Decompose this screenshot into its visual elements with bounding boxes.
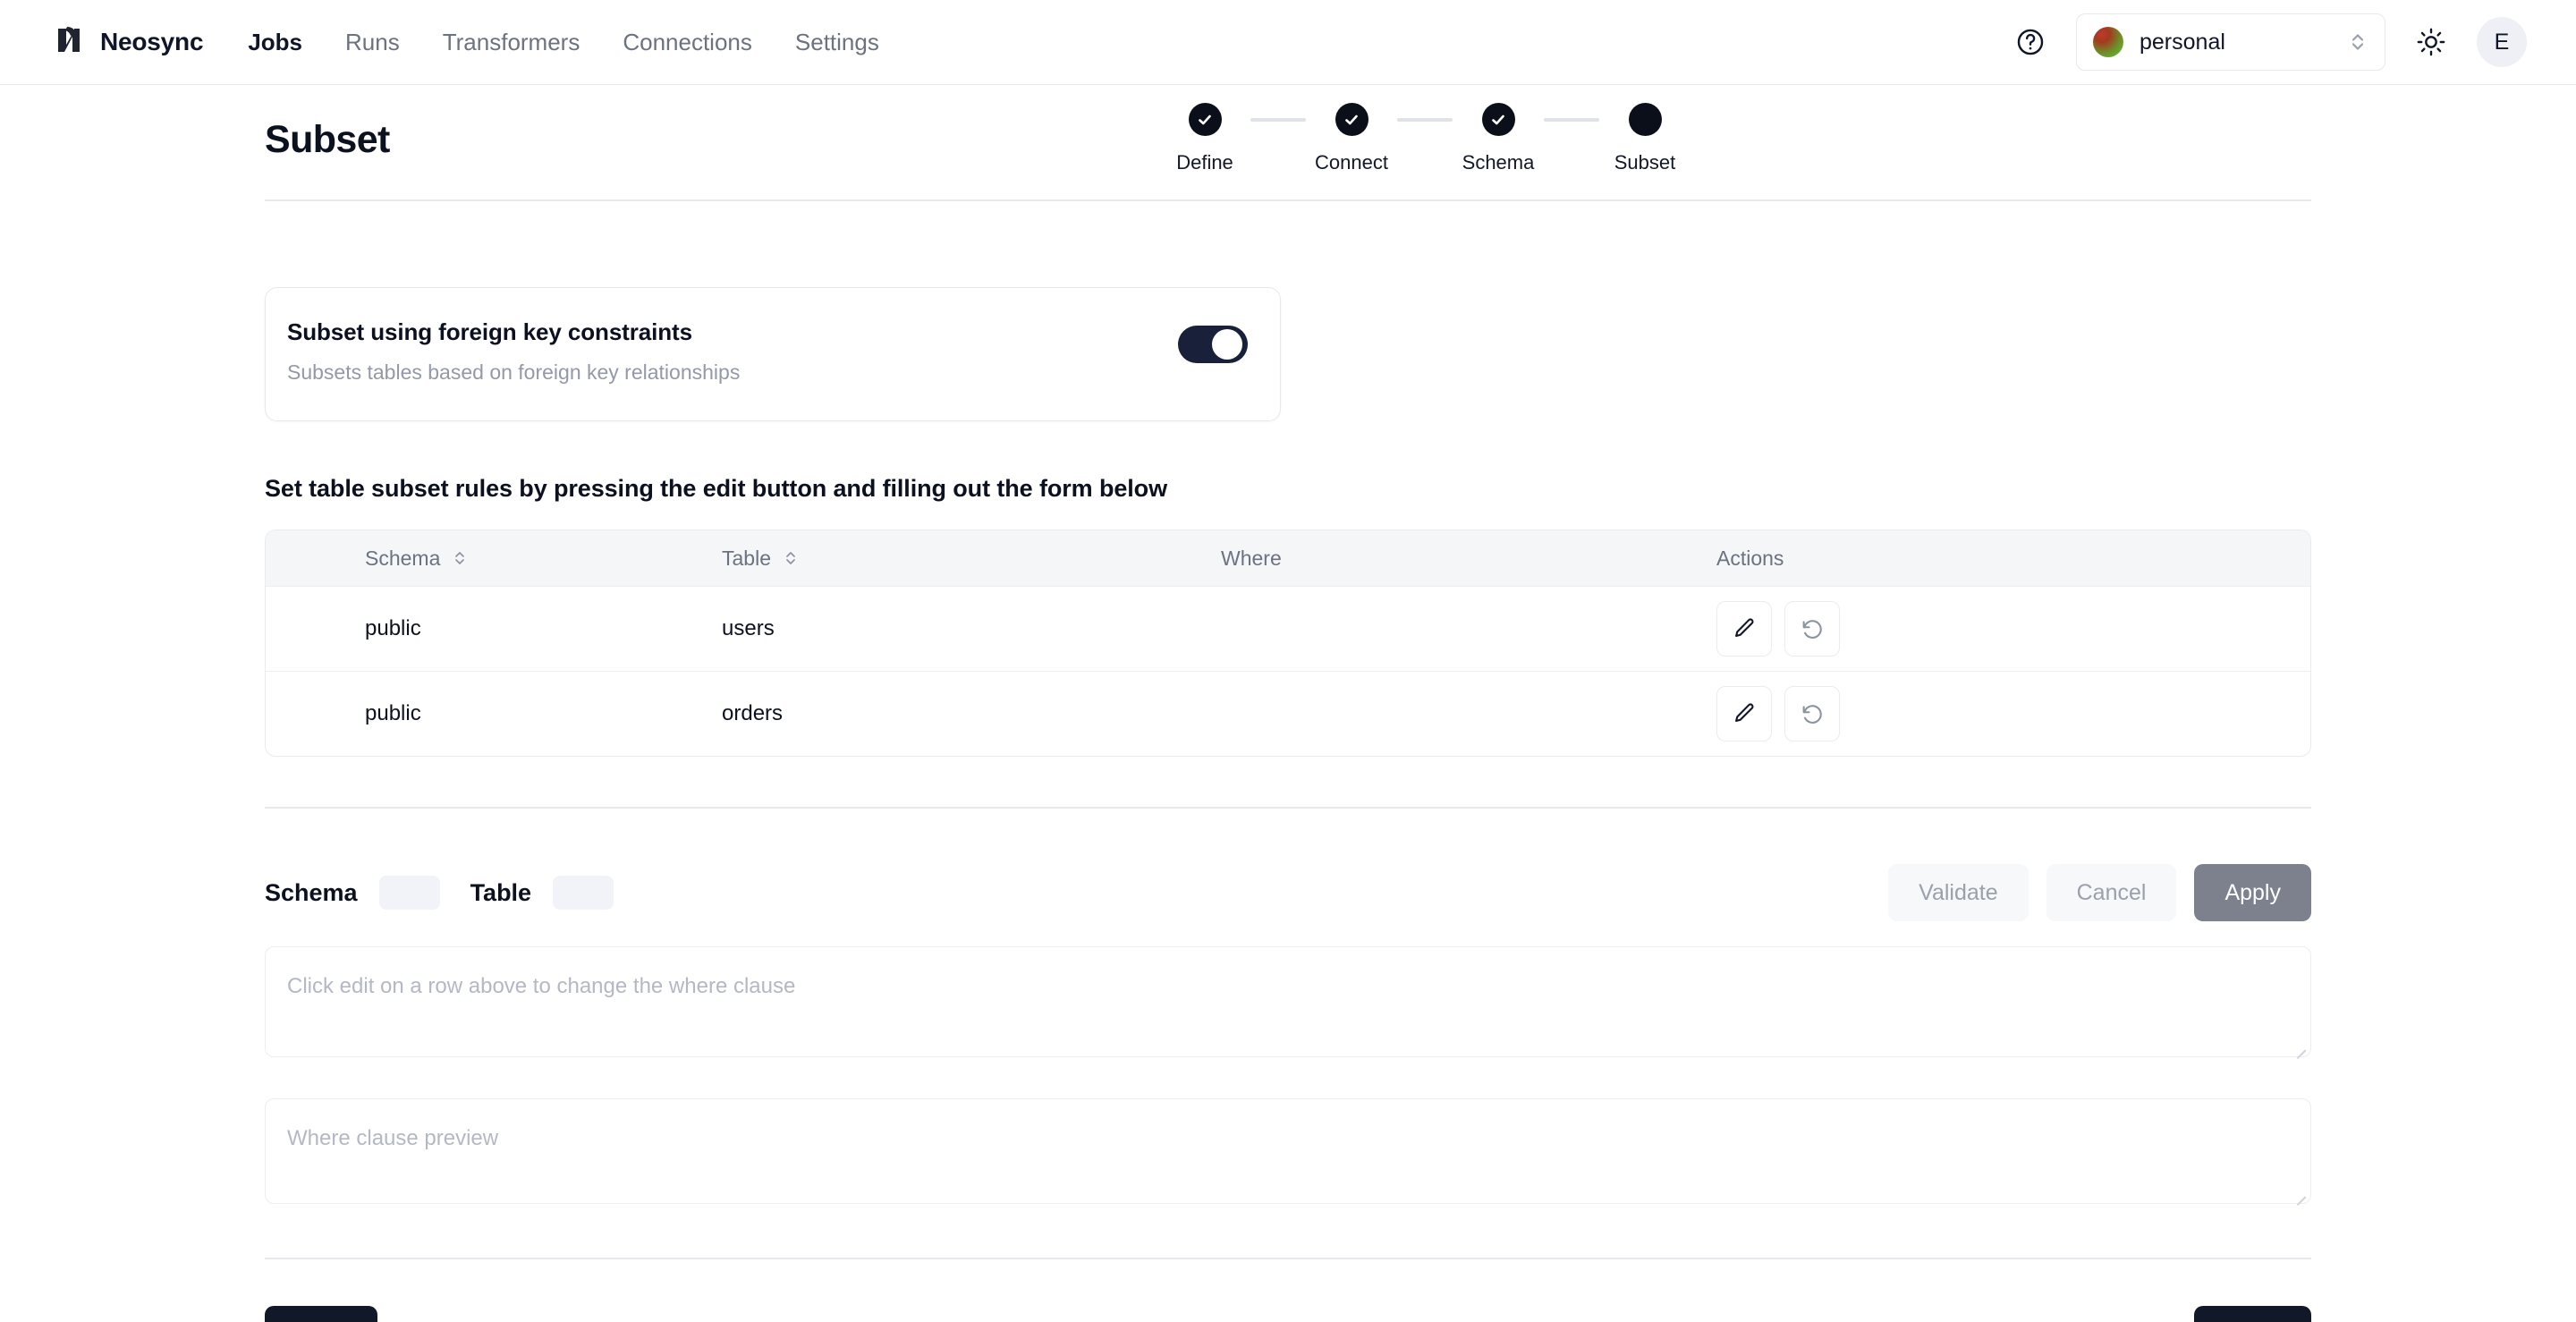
form-action-buttons: Validate Cancel Apply (1888, 864, 2311, 921)
foreign-key-constraints-card: Subset using foreign key constraints Sub… (265, 287, 1281, 421)
subset-foreign-key-toggle[interactable] (1178, 326, 1248, 363)
where-clause-textarea[interactable]: Click edit on a row above to change the … (265, 946, 2311, 1059)
save-button[interactable]: Save (2193, 1306, 2311, 1322)
where-clause-preview-textarea[interactable]: Where clause preview (265, 1098, 2311, 1206)
account-color-dot-icon (2093, 27, 2123, 57)
step-indicator-complete (1188, 103, 1222, 136)
stepper-label-schema: Schema (1462, 151, 1535, 174)
cell-table: orders (722, 701, 784, 725)
column-header-where: Where (1221, 547, 1716, 571)
resize-handle-icon[interactable] (2292, 1185, 2306, 1206)
header-divider (265, 199, 2311, 201)
column-header-schema[interactable]: Schema (266, 547, 722, 571)
neosync-logo-icon (52, 25, 86, 59)
where-clause-preview-placeholder: Where clause preview (287, 1126, 499, 1150)
nav-item-jobs[interactable]: Jobs (248, 30, 302, 54)
stepper-label-connect: Connect (1315, 151, 1388, 174)
brand[interactable]: Neosync (52, 25, 204, 59)
toggle-knob (1212, 329, 1242, 360)
validate-button[interactable]: Validate (1888, 864, 2029, 921)
account-selector[interactable]: personal (2076, 13, 2385, 71)
cell-table: users (722, 616, 775, 640)
footer-divider (265, 1258, 2311, 1259)
reset-row-button[interactable] (1784, 601, 1840, 657)
stepper-label-subset: Subset (1614, 151, 1676, 174)
column-header-actions-label: Actions (1716, 546, 1784, 570)
pencil-icon (1732, 616, 1757, 641)
nav-item-connections[interactable]: Connections (623, 30, 752, 54)
reset-row-button[interactable] (1784, 686, 1840, 742)
stepper-connector (1397, 118, 1453, 122)
form-table-label: Table (470, 878, 532, 906)
nav-item-runs[interactable]: Runs (345, 30, 400, 54)
avatar-initial: E (2494, 29, 2510, 55)
foreign-key-card-text: Subset using foreign key constraints Sub… (287, 318, 740, 385)
top-navigation-bar: Neosync Jobs Runs Transformers Connectio… (0, 0, 2576, 85)
column-header-schema-label: Schema (365, 546, 441, 570)
foreign-key-card-title: Subset using foreign key constraints (287, 318, 692, 345)
cell-actions (1716, 686, 2310, 742)
step-indicator-current (1628, 103, 1662, 136)
check-icon (1343, 111, 1360, 129)
reset-icon (1800, 616, 1825, 641)
question-mark-circle-icon[interactable] (2015, 27, 2046, 57)
check-icon (1489, 111, 1507, 129)
form-schema-value-skeleton (378, 876, 440, 910)
stepper-step-define[interactable]: Define (1159, 103, 1250, 174)
brand-name: Neosync (100, 28, 204, 55)
foreign-key-card-subtitle: Subsets tables based on foreign key rela… (287, 360, 741, 384)
subset-rules-heading: Set table subset rules by pressing the e… (265, 475, 1167, 502)
back-button[interactable]: Back (265, 1306, 377, 1322)
sort-icon (784, 547, 798, 569)
sun-icon[interactable] (2416, 27, 2446, 57)
stepper-step-connect[interactable]: Connect (1306, 103, 1397, 174)
stepper-step-schema[interactable]: Schema (1453, 103, 1544, 174)
step-indicator-complete (1335, 103, 1368, 136)
stepper-step-subset[interactable]: Subset (1599, 103, 1690, 174)
check-icon (1196, 111, 1214, 129)
top-bar-right-cluster: personal E (2015, 13, 2527, 71)
page-footer: Back Save (265, 1306, 2311, 1322)
page-content: Subset Define Connect Schema Subset Subs… (0, 85, 2576, 1322)
cancel-button[interactable]: Cancel (2046, 864, 2177, 921)
chevron-up-down-icon (2349, 29, 2367, 55)
form-schema-label: Schema (265, 878, 358, 906)
account-selector-value: personal (2140, 29, 2225, 55)
cell-actions (1716, 601, 2310, 657)
stepper-connector (1250, 118, 1306, 122)
form-table-value-skeleton (553, 876, 614, 910)
page-title: Subset (265, 118, 390, 161)
reset-icon (1800, 701, 1825, 726)
subset-rules-table: Schema Table Where Actions public users … (265, 530, 2311, 757)
apply-button[interactable]: Apply (2194, 864, 2311, 921)
column-header-actions: Actions (1716, 547, 2310, 571)
table-header-row: Schema Table Where Actions (266, 530, 2310, 586)
table-row: public users (266, 586, 2310, 671)
stepper-connector (1544, 118, 1599, 122)
column-header-table[interactable]: Table (722, 547, 1221, 571)
subset-form-row: Schema Table Validate Cancel Apply (265, 864, 2311, 921)
cell-schema: public (365, 701, 421, 725)
main-nav: Jobs Runs Transformers Connections Setti… (248, 30, 879, 54)
nav-item-transformers[interactable]: Transformers (443, 30, 580, 54)
pencil-icon (1732, 701, 1757, 726)
cell-schema: public (365, 616, 421, 640)
edit-row-button[interactable] (1716, 686, 1772, 742)
nav-item-settings[interactable]: Settings (795, 30, 879, 54)
edit-row-button[interactable] (1716, 601, 1772, 657)
wizard-stepper: Define Connect Schema Subset (1159, 103, 1690, 174)
stepper-label-define: Define (1176, 151, 1233, 174)
table-row: public orders (266, 671, 2310, 756)
where-clause-placeholder: Click edit on a row above to change the … (287, 974, 796, 998)
form-divider (265, 807, 2311, 809)
step-indicator-complete (1481, 103, 1515, 136)
sort-icon (453, 547, 467, 569)
column-header-where-label: Where (1221, 546, 1282, 570)
page-header: Subset Define Connect Schema Subset (265, 85, 2311, 199)
column-header-table-label: Table (722, 546, 771, 570)
avatar[interactable]: E (2477, 17, 2527, 67)
resize-handle-icon[interactable] (2292, 1038, 2306, 1059)
